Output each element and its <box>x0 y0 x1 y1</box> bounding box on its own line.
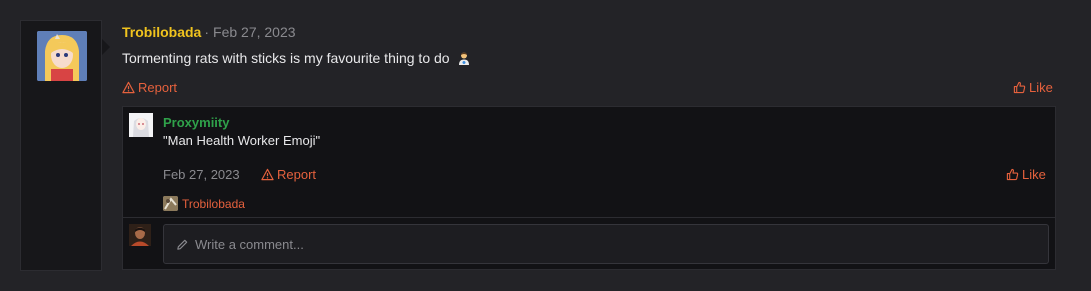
post-container: Trobilobada · Feb 27, 2023 Tormenting rats… <box>20 20 1071 271</box>
thumbs-up-icon <box>1013 81 1026 94</box>
warning-icon <box>261 168 274 181</box>
reply-report-button[interactable]: Report <box>261 167 316 182</box>
reply-date[interactable]: Feb 27, 2023 <box>163 167 240 182</box>
report-label: Report <box>138 80 178 95</box>
post-header: Trobilobada · Feb 27, 2023 <box>122 23 296 41</box>
reply-report-label: Report <box>277 167 317 182</box>
warning-icon <box>122 81 135 94</box>
reaction-summary[interactable]: Trobilobada <box>163 196 245 211</box>
reaction-user-avatar <box>163 196 178 211</box>
post-author[interactable]: Trobilobada <box>122 24 201 40</box>
health-worker-emoji-icon <box>457 51 471 65</box>
reaction-user-name: Trobilobada <box>182 196 245 211</box>
reply-author-avatar[interactable] <box>129 113 153 137</box>
header-separator: · <box>204 24 210 40</box>
reply-author[interactable]: Proxymiity <box>163 115 229 130</box>
reply-text: "Man Health Worker Emoji" <box>163 133 321 148</box>
thumbs-up-icon <box>1006 168 1019 181</box>
like-label: Like <box>1029 80 1053 95</box>
reply-like-button[interactable]: Like <box>1006 167 1046 182</box>
post-date[interactable]: Feb 27, 2023 <box>213 24 296 40</box>
user-column <box>20 20 110 271</box>
author-avatar[interactable] <box>37 31 87 81</box>
report-button[interactable]: Report <box>122 80 177 95</box>
comments-section: Proxymiity "Man Health Worker Emoji" Feb… <box>122 106 1056 270</box>
like-button[interactable]: Like <box>1013 80 1053 95</box>
comment-input[interactable] <box>195 236 1035 252</box>
post-text: Tormenting rats with sticks is my favour… <box>122 50 450 66</box>
comments-divider <box>123 217 1055 218</box>
pencil-icon <box>177 239 188 250</box>
reply-like-label: Like <box>1022 167 1046 182</box>
post-body: Tormenting rats with sticks is my favour… <box>122 50 471 66</box>
current-user-avatar <box>129 224 151 246</box>
comment-input-box[interactable] <box>163 224 1049 264</box>
